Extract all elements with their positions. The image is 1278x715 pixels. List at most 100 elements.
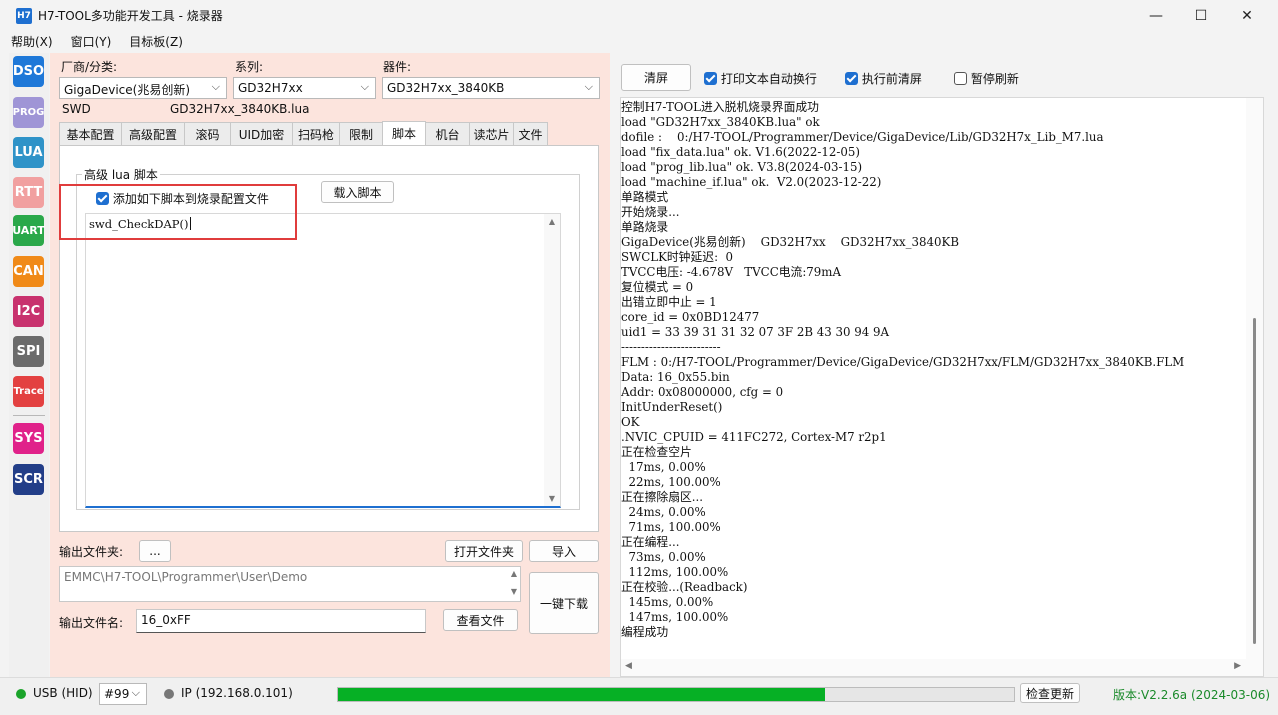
output-folder-label: 输出文件夹: bbox=[59, 545, 124, 559]
vendor-select-value: GigaDevice(兆易创新) bbox=[64, 83, 191, 97]
menu-target-board[interactable]: 目标板(Z) bbox=[127, 33, 185, 50]
log-line: .NVIC_CPUID = 411FC272, Cortex-M7 r2p1 bbox=[621, 430, 887, 444]
series-select[interactable]: GD32H7xx ⌵ bbox=[233, 77, 376, 99]
pause-refresh-option[interactable]: 暂停刷新 bbox=[954, 70, 1019, 87]
clear-screen-button[interactable]: 清屏 bbox=[621, 64, 691, 91]
vendor-label: 厂商/分类: bbox=[61, 60, 118, 74]
device-select[interactable]: GD32H7xx_3840KB ⌵ bbox=[382, 77, 600, 99]
log-panel: 清屏 打印文本自动换行 执行前清屏 暂停刷新 控制H7-TOOL进入脱机烧录界面… bbox=[612, 53, 1271, 677]
log-line: 73ms, 0.00% bbox=[621, 550, 706, 564]
clear-before-option[interactable]: 执行前清屏 bbox=[845, 70, 922, 87]
lua-file-text: GD32H7xx_3840KB.lua bbox=[170, 102, 310, 116]
pause-refresh-checkbox[interactable] bbox=[954, 72, 967, 85]
log-line: dofile : 0:/H7-TOOL/Programmer/Device/Gi… bbox=[621, 130, 1104, 144]
auto-wrap-option[interactable]: 打印文本自动换行 bbox=[704, 70, 817, 87]
sidebar-lua-button[interactable]: LUA bbox=[13, 137, 44, 168]
tab-uid-encrypt[interactable]: UID加密 bbox=[230, 122, 293, 145]
output-folder-path[interactable]: EMMC\H7-TOOL\Programmer\User\Demo ▲ ▼ bbox=[59, 566, 521, 602]
log-line: 24ms, 0.00% bbox=[621, 505, 706, 519]
output-filename-value: 16_0xFF bbox=[141, 613, 191, 627]
pause-refresh-label: 暂停刷新 bbox=[970, 72, 1019, 86]
scroll-left-icon[interactable]: ◀ bbox=[625, 661, 632, 671]
output-filename-label: 输出文件名: bbox=[59, 616, 124, 630]
tab-rolling-code[interactable]: 滚码 bbox=[184, 122, 231, 145]
load-script-button[interactable]: 载入脚本 bbox=[321, 181, 394, 203]
tab-advanced-config[interactable]: 高级配置 bbox=[121, 122, 185, 145]
download-progress-fill bbox=[338, 688, 825, 701]
log-output[interactable]: 控制H7-TOOL进入脱机烧录界面成功 load "GD32H7xx_3840KB… bbox=[620, 97, 1264, 677]
log-line: 单路模式 bbox=[621, 190, 669, 204]
tab-basic-config[interactable]: 基本配置 bbox=[59, 122, 122, 145]
menu-window[interactable]: 窗口(Y) bbox=[69, 33, 114, 50]
import-button[interactable]: 导入 bbox=[529, 540, 599, 562]
auto-wrap-checkbox[interactable] bbox=[704, 72, 717, 85]
one-key-download-button[interactable]: 一键下载 bbox=[529, 572, 599, 634]
vendor-select[interactable]: GigaDevice(兆易创新) ⌵ bbox=[59, 77, 227, 99]
log-scroll-thumb[interactable] bbox=[1253, 318, 1256, 644]
sidebar-uart-button[interactable]: UART bbox=[12, 215, 45, 246]
log-line: 正在编程... bbox=[621, 535, 680, 549]
sidebar-rtt-button[interactable]: RTT bbox=[13, 177, 44, 208]
scroll-up-icon[interactable]: ▲ bbox=[544, 217, 560, 226]
log-line: 147ms, 100.00% bbox=[621, 610, 729, 624]
browse-folder-button[interactable]: ... bbox=[139, 540, 171, 562]
menu-bar: 帮助(X) 窗口(Y) 目标板(Z) bbox=[0, 31, 1278, 51]
log-line: load "prog_lib.lua" ok. V3.8(2024-03-15) bbox=[621, 160, 863, 174]
sidebar-can-button[interactable]: CAN bbox=[13, 256, 44, 287]
tab-limit[interactable]: 限制 bbox=[339, 122, 383, 145]
tab-script[interactable]: 脚本 bbox=[382, 121, 426, 145]
clear-before-checkbox[interactable] bbox=[845, 72, 858, 85]
config-tabs: 基本配置 高级配置 滚码 UID加密 扫码枪 限制 脚本 机台 读芯片 文件 bbox=[59, 121, 603, 145]
title-bar: H7 H7-TOOL多功能开发工具 - 烧录器 — ☐ ✕ bbox=[0, 0, 1278, 31]
device-number-select[interactable]: #99 ⌵ bbox=[99, 683, 147, 705]
script-editor[interactable]: swd_CheckDAP() ▲ ▼ bbox=[85, 213, 561, 508]
log-line: GigaDevice(兆易创新) GD32H7xx GD32H7xx_3840K… bbox=[621, 235, 960, 249]
scroll-up-icon[interactable]: ▲ bbox=[511, 569, 517, 578]
log-line: 正在检查空片 bbox=[621, 445, 692, 459]
status-bar: USB (HID) #99 ⌵ IP (192.168.0.101) 检查更新 … bbox=[0, 677, 1278, 715]
sidebar-divider bbox=[13, 415, 45, 416]
chevron-down-icon: ⌵ bbox=[360, 80, 369, 93]
log-horizontal-scrollbar[interactable]: ◀ ▶ bbox=[621, 659, 1263, 676]
output-filename-field[interactable]: 16_0xFF bbox=[136, 609, 426, 633]
scroll-down-icon[interactable]: ▼ bbox=[511, 587, 517, 596]
sidebar-i2c-button[interactable]: I2C bbox=[13, 296, 44, 327]
sidebar-scr-button[interactable]: SCR bbox=[13, 464, 44, 495]
tool-sidebar: DSO PROG LUA RTT UART CAN I2C SPI Trace … bbox=[9, 53, 49, 677]
scroll-down-icon[interactable]: ▼ bbox=[544, 494, 560, 503]
sidebar-spi-button[interactable]: SPI bbox=[13, 336, 44, 367]
check-update-button[interactable]: 检查更新 bbox=[1020, 683, 1080, 703]
sidebar-prog-button[interactable]: PROG bbox=[13, 97, 44, 128]
log-vertical-scrollbar[interactable] bbox=[1246, 98, 1263, 660]
sidebar-sys-button[interactable]: SYS bbox=[13, 423, 44, 454]
view-file-button[interactable]: 查看文件 bbox=[443, 609, 518, 631]
log-line: Addr: 0x08000000, cfg = 0 bbox=[621, 385, 784, 399]
menu-help[interactable]: 帮助(X) bbox=[9, 33, 55, 50]
highlight-box bbox=[59, 184, 297, 240]
sidebar-dso-button[interactable]: DSO bbox=[13, 56, 44, 87]
device-number-value: #99 bbox=[104, 687, 130, 701]
app-icon: H7 bbox=[16, 7, 32, 24]
version-label: 版本:V2.2.6a (2024-03-06) bbox=[1113, 688, 1271, 702]
usb-status-label: USB (HID) bbox=[33, 686, 93, 700]
tab-read-chip[interactable]: 读芯片 bbox=[469, 122, 514, 145]
log-line: load "machine_if.lua" ok. V2.0(2023-12-2… bbox=[621, 175, 882, 189]
log-line: 正在擦除扇区... bbox=[621, 490, 704, 504]
open-folder-button[interactable]: 打开文件夹 bbox=[445, 540, 523, 562]
log-line: 22ms, 100.00% bbox=[621, 475, 721, 489]
log-line: load "GD32H7xx_3840KB.lua" ok bbox=[621, 115, 820, 129]
tab-file[interactable]: 文件 bbox=[513, 122, 548, 145]
tab-scanner[interactable]: 扫码枪 bbox=[292, 122, 340, 145]
log-line: Data: 16_0x55.bin bbox=[621, 370, 730, 384]
editor-scrollbar[interactable]: ▲ ▼ bbox=[544, 214, 560, 506]
scroll-right-icon[interactable]: ▶ bbox=[1234, 661, 1241, 671]
tab-machine[interactable]: 机台 bbox=[425, 122, 470, 145]
minimize-button[interactable]: — bbox=[1133, 0, 1179, 31]
log-line: 控制H7-TOOL进入脱机烧录界面成功 bbox=[621, 100, 819, 114]
close-button[interactable]: ✕ bbox=[1224, 0, 1270, 31]
log-line: 开始烧录... bbox=[621, 205, 680, 219]
log-line: ------------------------- bbox=[621, 340, 721, 354]
sidebar-trace-button[interactable]: Trace bbox=[13, 376, 44, 407]
maximize-button[interactable]: ☐ bbox=[1178, 0, 1224, 31]
log-line: 单路烧录 bbox=[621, 220, 669, 234]
